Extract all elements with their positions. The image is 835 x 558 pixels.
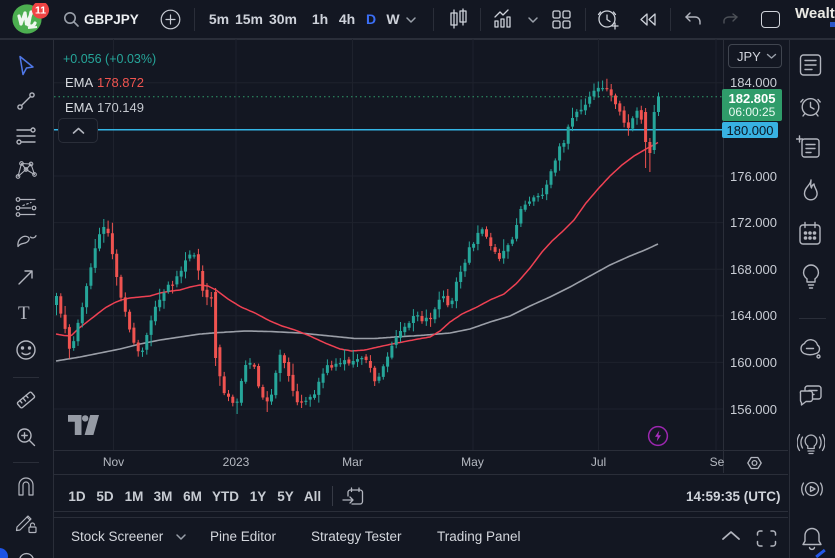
svg-text:11: 11 bbox=[35, 5, 46, 17]
